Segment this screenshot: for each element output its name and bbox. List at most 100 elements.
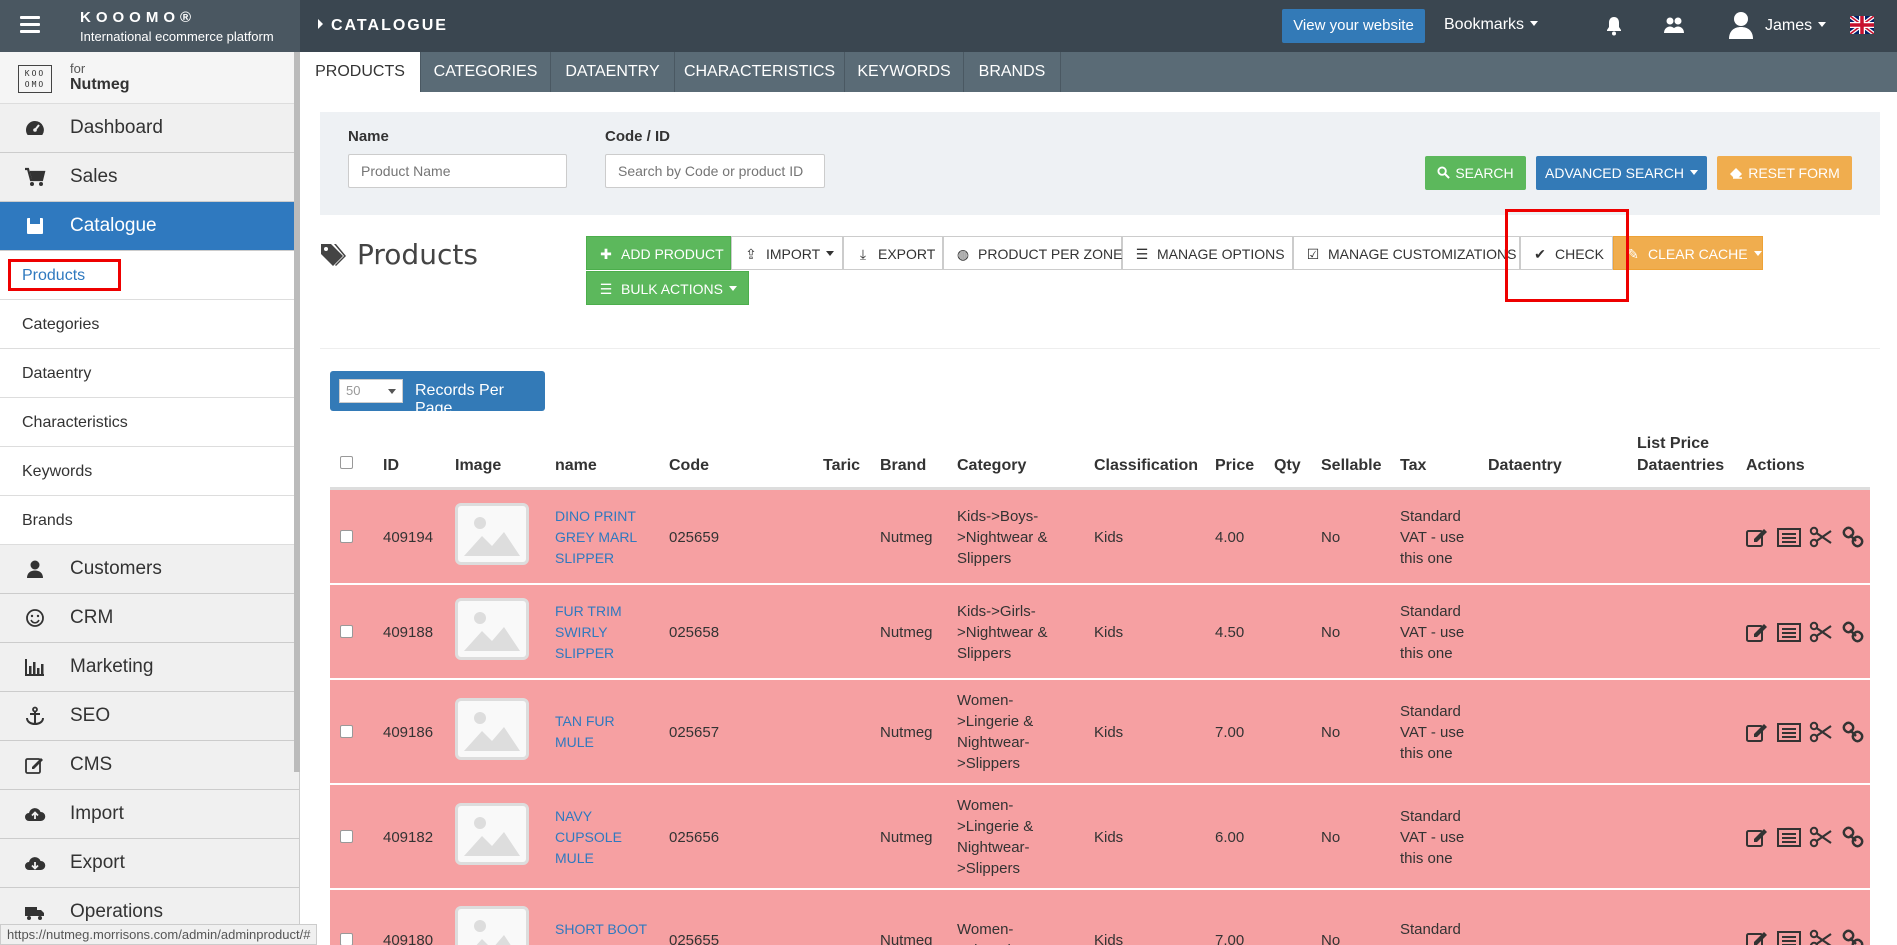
product-name-link[interactable]: SHORT BOOT GREY (555, 919, 647, 945)
records-per-page-value: 50 (346, 383, 361, 398)
check-button[interactable]: ✔ CHECK (1520, 236, 1613, 270)
reset-form-button[interactable]: RESET FORM (1717, 156, 1852, 190)
tab-products[interactable]: PRODUCTS (300, 52, 421, 92)
import-button[interactable]: ⇪ IMPORT (731, 236, 843, 270)
list-details-icon[interactable] (1777, 721, 1801, 743)
sidebar-item-dashboard[interactable]: Dashboard (0, 104, 299, 153)
col-id[interactable]: ID (383, 457, 399, 475)
sidebar-item-catalogue[interactable]: Catalogue (0, 202, 299, 251)
product-category-line: >Slippers (957, 755, 1020, 772)
users-icon[interactable] (1663, 16, 1685, 36)
col-qty[interactable]: Qty (1274, 457, 1301, 475)
edit-icon[interactable] (1745, 929, 1769, 945)
col-list-price[interactable]: List Price (1637, 435, 1709, 453)
sidebar-item-seo[interactable]: SEO (0, 692, 299, 741)
col-price[interactable]: Price (1215, 457, 1254, 475)
col-brand[interactable]: Brand (880, 457, 926, 475)
image-placeholder-icon[interactable] (455, 503, 529, 565)
manage-options-button[interactable]: ☰ MANAGE OPTIONS (1122, 236, 1293, 270)
product-per-zone-button[interactable]: ◍ PRODUCT PER ZONE (943, 236, 1122, 270)
col-name[interactable]: name (555, 457, 597, 475)
hamburger-menu-icon[interactable] (20, 16, 40, 34)
catalogue-icon (27, 218, 43, 234)
bell-icon[interactable] (1605, 16, 1623, 36)
view-website-button[interactable]: View your website (1282, 9, 1425, 43)
sidebar-item-customers[interactable]: Customers (0, 545, 299, 594)
link-icon[interactable] (1841, 526, 1865, 548)
list-details-icon[interactable] (1777, 929, 1801, 945)
edit-icon[interactable] (1745, 721, 1769, 743)
code-id-input[interactable] (605, 154, 825, 188)
select-all-checkbox[interactable] (340, 456, 353, 469)
link-icon[interactable] (1841, 621, 1865, 643)
advanced-search-button[interactable]: ADVANCED SEARCH (1536, 156, 1707, 190)
sidebar-item-sales[interactable]: Sales (0, 153, 299, 202)
sidebar-item-cms[interactable]: CMS (0, 741, 299, 790)
link-icon[interactable] (1841, 929, 1865, 945)
image-placeholder-icon[interactable] (455, 698, 529, 760)
col-category[interactable]: Category (957, 457, 1026, 475)
link-icon[interactable] (1841, 721, 1865, 743)
row-checkbox[interactable] (340, 725, 353, 738)
user-avatar-icon[interactable] (1728, 10, 1754, 40)
tab-characteristics[interactable]: CHARACTERISTICS (675, 52, 845, 92)
col-code[interactable]: Code (669, 457, 709, 475)
list-details-icon[interactable] (1777, 621, 1801, 643)
tab-keywords[interactable]: KEYWORDS (845, 52, 964, 92)
product-name-link[interactable]: DINO PRINT GREY MARL SLIPPER (555, 506, 637, 569)
image-placeholder-icon[interactable] (455, 803, 529, 865)
records-per-page-select[interactable]: 50 (339, 379, 403, 403)
product-name-link[interactable]: FUR TRIM SWIRLY SLIPPER (555, 601, 622, 664)
product-name-input[interactable] (348, 154, 567, 188)
sidebar-scrollbar[interactable] (294, 52, 300, 772)
sidebar-subitem-dataentry[interactable]: Dataentry (0, 349, 299, 398)
sidebar-item-marketing[interactable]: Marketing (0, 643, 299, 692)
list-details-icon[interactable] (1777, 826, 1801, 848)
product-name-link[interactable]: NAVY CUPSOLE MULE (555, 806, 622, 869)
row-checkbox[interactable] (340, 933, 353, 945)
manage-customizations-button[interactable]: ☑ MANAGE CUSTOMIZATIONS (1293, 236, 1520, 270)
sidebar-item-crm[interactable]: CRM (0, 594, 299, 643)
scissors-icon[interactable] (1809, 929, 1833, 945)
sidebar-subitem-keywords[interactable]: Keywords (0, 447, 299, 496)
col-list-price-dataentries[interactable]: Dataentries (1637, 457, 1724, 475)
sidebar-subitem-categories[interactable]: Categories (0, 300, 299, 349)
sidebar-item-export[interactable]: Export (0, 839, 299, 888)
edit-icon[interactable] (1745, 826, 1769, 848)
tab-categories[interactable]: CATEGORIES (421, 52, 551, 92)
sidebar-subitem-characteristics[interactable]: Characteristics (0, 398, 299, 447)
link-icon[interactable] (1841, 826, 1865, 848)
site-selector[interactable]: KOO OMO for Nutmeg (0, 52, 299, 104)
bookmarks-dropdown[interactable]: Bookmarks (1444, 16, 1539, 34)
sidebar-subitem-brands[interactable]: Brands (0, 496, 299, 545)
list-details-icon[interactable] (1777, 526, 1801, 548)
col-classification[interactable]: Classification (1094, 457, 1198, 475)
bulk-actions-button[interactable]: ☰ BULK ACTIONS (586, 271, 749, 305)
image-placeholder-icon[interactable] (455, 598, 529, 660)
clear-cache-button[interactable]: ✎ CLEAR CACHE (1613, 236, 1763, 270)
scissors-icon[interactable] (1809, 526, 1833, 548)
search-button[interactable]: SEARCH (1425, 156, 1526, 190)
scissors-icon[interactable] (1809, 826, 1833, 848)
row-checkbox[interactable] (340, 830, 353, 843)
col-dataentry[interactable]: Dataentry (1488, 457, 1562, 475)
sidebar-item-import[interactable]: Import (0, 790, 299, 839)
sidebar-subitem-products[interactable]: Products (0, 251, 299, 300)
user-menu[interactable]: James (1765, 17, 1827, 35)
export-button[interactable]: ⤓ EXPORT (843, 236, 943, 270)
product-name-link[interactable]: TAN FUR MULE (555, 711, 615, 753)
image-placeholder-icon[interactable] (455, 906, 529, 945)
row-checkbox[interactable] (340, 530, 353, 543)
scissors-icon[interactable] (1809, 721, 1833, 743)
row-checkbox[interactable] (340, 625, 353, 638)
tab-dataentry[interactable]: DATAENTRY (551, 52, 675, 92)
tab-brands[interactable]: BRANDS (964, 52, 1061, 92)
col-taric[interactable]: Taric (823, 457, 860, 475)
edit-icon[interactable] (1745, 526, 1769, 548)
col-tax[interactable]: Tax (1400, 457, 1426, 475)
add-product-button[interactable]: ✚ ADD PRODUCT (586, 236, 731, 270)
edit-icon[interactable] (1745, 621, 1769, 643)
col-sellable[interactable]: Sellable (1321, 457, 1381, 475)
scissors-icon[interactable] (1809, 621, 1833, 643)
uk-flag-icon[interactable] (1850, 16, 1874, 34)
